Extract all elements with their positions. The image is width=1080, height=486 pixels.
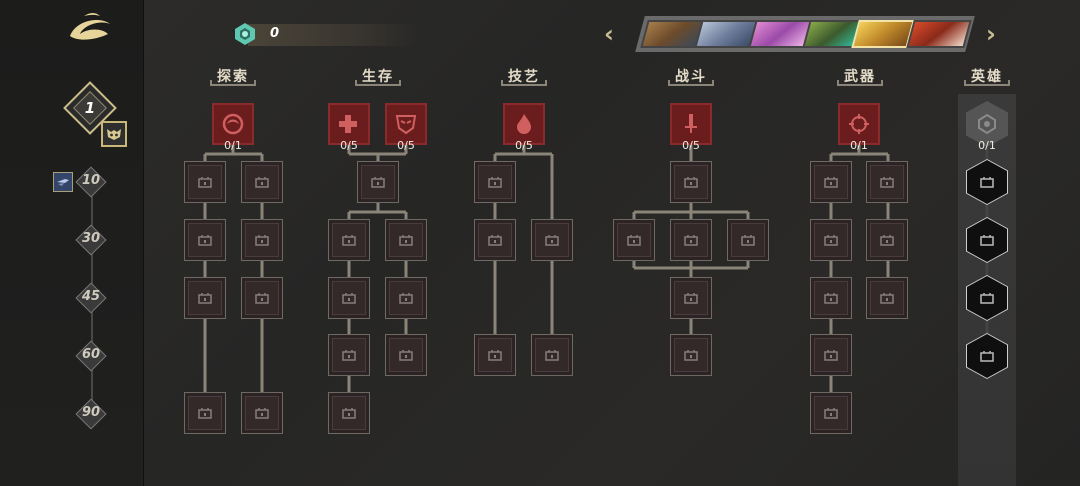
talent-screen: 1 ◆ 10 30 45 60 90 0 ‹ › 探索 生存 技艺 战斗	[0, 0, 1080, 486]
lock-icon	[674, 338, 708, 372]
lock-icon	[674, 165, 708, 199]
lock-icon	[814, 281, 848, 315]
locked-talent-node[interactable]	[810, 334, 852, 376]
locked-talent-node[interactable]	[810, 277, 852, 319]
lock-icon	[478, 165, 512, 199]
mask-count: 0/5	[397, 139, 415, 152]
lock-icon	[188, 165, 222, 199]
lock-icon	[870, 223, 904, 257]
lock-icon	[535, 223, 569, 257]
lock-icon	[332, 223, 366, 257]
lock-icon	[478, 338, 512, 372]
lock-icon	[814, 338, 848, 372]
locked-talent-node[interactable]	[184, 392, 226, 434]
locked-talent-node[interactable]	[241, 219, 283, 261]
lock-icon	[814, 396, 848, 430]
crosshair-count: 0/1	[850, 139, 868, 152]
lock-icon	[389, 338, 423, 372]
locked-talent-node[interactable]	[810, 161, 852, 203]
hero-count: 0/1	[978, 139, 996, 152]
lock-icon	[980, 177, 994, 188]
lock-icon	[535, 338, 569, 372]
lock-icon	[870, 165, 904, 199]
flame-count: 0/5	[515, 139, 533, 152]
lock-icon	[389, 223, 423, 257]
lock-icon	[980, 293, 994, 304]
locked-talent-node[interactable]	[357, 161, 399, 203]
lock-icon	[814, 223, 848, 257]
locked-talent-node[interactable]	[328, 334, 370, 376]
locked-talent-node[interactable]	[670, 334, 712, 376]
lock-icon	[478, 223, 512, 257]
locked-talent-node[interactable]	[184, 277, 226, 319]
locked-talent-node[interactable]	[474, 334, 516, 376]
locked-talent-node[interactable]	[385, 277, 427, 319]
locked-talent-node[interactable]	[531, 334, 573, 376]
explore-count: 0/1	[224, 139, 242, 152]
locked-talent-node[interactable]	[670, 277, 712, 319]
lock-icon	[188, 281, 222, 315]
locked-talent-node[interactable]	[184, 219, 226, 261]
locked-talent-node[interactable]	[241, 392, 283, 434]
lock-icon	[245, 223, 279, 257]
locked-talent-node[interactable]	[328, 219, 370, 261]
lock-icon	[980, 351, 994, 362]
medkit-count: 0/5	[340, 139, 358, 152]
locked-talent-node[interactable]	[866, 277, 908, 319]
locked-talent-node[interactable]	[328, 392, 370, 434]
lock-icon	[674, 223, 708, 257]
lock-icon	[980, 235, 994, 246]
locked-talent-node[interactable]	[866, 219, 908, 261]
locked-talent-node[interactable]	[670, 219, 712, 261]
locked-talent-node[interactable]	[866, 161, 908, 203]
lock-icon	[245, 165, 279, 199]
locked-talent-node[interactable]	[810, 219, 852, 261]
lock-icon	[245, 281, 279, 315]
locked-talent-node[interactable]	[328, 277, 370, 319]
lock-icon	[188, 396, 222, 430]
locked-talent-node[interactable]	[531, 219, 573, 261]
lock-icon	[617, 223, 651, 257]
lock-icon	[332, 396, 366, 430]
lock-icon	[389, 281, 423, 315]
locked-talent-node[interactable]	[810, 392, 852, 434]
lock-icon	[674, 281, 708, 315]
locked-talent-node[interactable]	[385, 219, 427, 261]
sword-count: 0/5	[682, 139, 700, 152]
lock-icon	[188, 223, 222, 257]
lock-icon	[245, 396, 279, 430]
locked-talent-node[interactable]	[727, 219, 769, 261]
locked-talent-node[interactable]	[184, 161, 226, 203]
locked-talent-node[interactable]	[385, 334, 427, 376]
lock-icon	[332, 338, 366, 372]
lock-icon	[361, 165, 395, 199]
locked-talent-node[interactable]	[613, 219, 655, 261]
lock-icon	[870, 281, 904, 315]
locked-talent-node[interactable]	[474, 219, 516, 261]
locked-talent-node[interactable]	[241, 277, 283, 319]
lock-icon	[814, 165, 848, 199]
lock-icon	[332, 281, 366, 315]
locked-talent-node[interactable]	[241, 161, 283, 203]
lock-icon	[731, 223, 765, 257]
locked-talent-node[interactable]	[474, 161, 516, 203]
locked-talent-node[interactable]	[670, 161, 712, 203]
